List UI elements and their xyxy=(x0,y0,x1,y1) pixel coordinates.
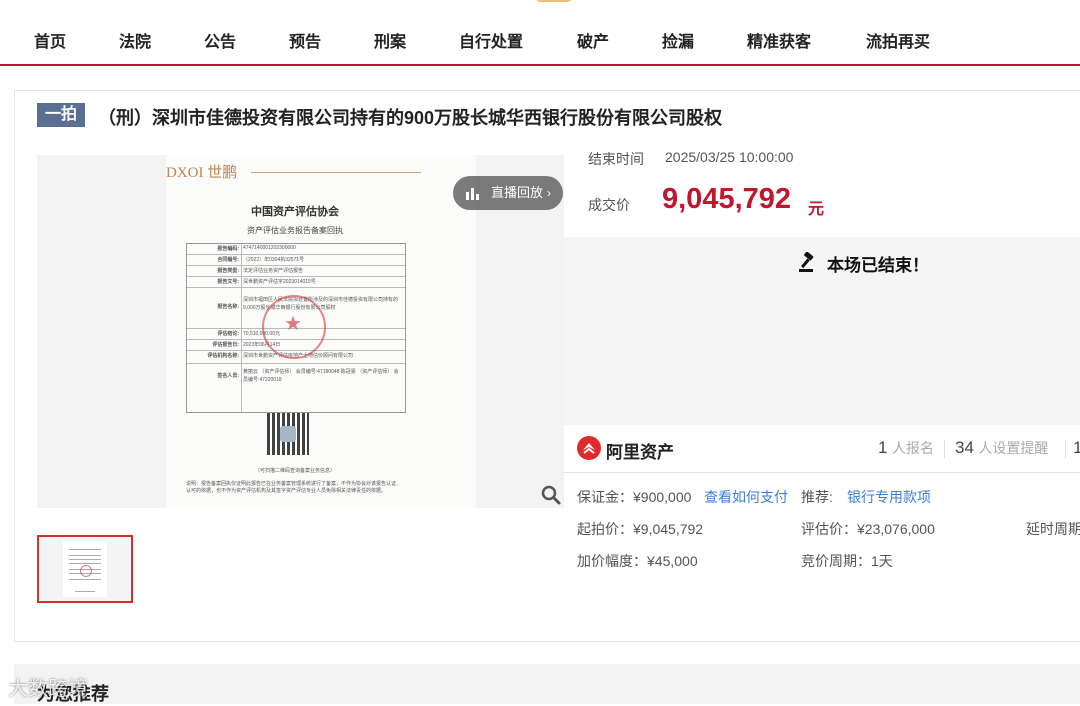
chevron-right-icon: › xyxy=(547,186,551,200)
deal-price-unit: 元 xyxy=(808,201,825,218)
thumbnail-document xyxy=(63,541,107,597)
gavel-icon xyxy=(799,252,814,272)
nav-item-bankruptcy[interactable]: 破产 xyxy=(577,28,609,52)
reminders-label: 人设置提醒 xyxy=(978,440,1049,456)
appraiser-logo: DΧOI 世鹏 xyxy=(166,165,238,181)
auction-round-badge: 一拍 xyxy=(37,103,85,127)
table-row: 报告类型: 法定评估业务资产评估报告 xyxy=(187,266,405,277)
top-nav: 首页 法院 公告 预告 刑案 自行处置 破产 捡漏 精准获客 流拍再买 xyxy=(0,0,1080,66)
details-divider xyxy=(564,472,1080,473)
nav-item-court[interactable]: 法院 xyxy=(119,28,151,52)
qr-code xyxy=(267,413,309,455)
nav-item-criminal[interactable]: 刑案 xyxy=(374,28,406,52)
ali-assets-logo xyxy=(577,436,601,460)
registrations-label: 人报名 xyxy=(891,440,934,456)
deal-price-label: 成交价 xyxy=(588,197,630,213)
auction-ended-panel xyxy=(564,237,1080,425)
registrations-stat: 1 人报名 xyxy=(878,438,934,458)
bidding-period-info: 竞价周期：1天 xyxy=(801,553,893,569)
live-replay-button[interactable]: 直播回放 › xyxy=(453,176,563,210)
nav-item-self-disposal[interactable]: 自行处置 xyxy=(459,28,523,52)
platform-name: 阿里资产 xyxy=(606,443,674,462)
table-row: 签名人员: 黄丽云 （资产评估师） 会员编号:47180048 陈冠豪 （资产评估… xyxy=(217,369,399,383)
logo-fragment xyxy=(535,0,573,2)
appraisal-document: DΧOI 世鹏 中国资产评估协会 资产评估业务报告备案回执 报告编码: 47471… xyxy=(166,155,476,508)
increment-info: 加价幅度：¥45,000 xyxy=(577,553,698,569)
nav-item-rebuy[interactable]: 流拍再买 xyxy=(866,28,930,52)
nav-item-notice[interactable]: 公告 xyxy=(204,28,236,52)
nav-item-lead-gen[interactable]: 精准获客 xyxy=(747,28,811,52)
logo-underline xyxy=(251,172,421,173)
end-time-label: 结束时间 xyxy=(588,151,644,167)
official-seal xyxy=(262,295,326,359)
bar-chart-icon xyxy=(466,188,479,200)
auction-ended-message: 本场已结束！ xyxy=(827,256,929,275)
views-count: 1 xyxy=(1073,438,1080,457)
reminders-stat: 34 人设置提醒 xyxy=(955,438,1048,458)
table-row: 报告编码: 4747140001202300000 xyxy=(187,244,405,255)
nav-item-preview[interactable]: 预告 xyxy=(289,28,321,52)
image-thumbnail[interactable] xyxy=(37,535,133,603)
registrations-count: 1 xyxy=(878,438,888,457)
document-heading: 中国资产评估协会 xyxy=(251,206,339,218)
deal-price-value: 9,045,792 xyxy=(662,183,792,215)
bank-loan-link[interactable]: 银行专用款项 xyxy=(847,487,931,507)
table-row: 报告文号: 深世鹏资产评估字2023014015号 xyxy=(187,277,405,288)
stat-divider xyxy=(1065,440,1066,458)
stat-divider xyxy=(944,440,945,458)
zoom-icon[interactable] xyxy=(540,484,562,506)
reminders-count: 34 xyxy=(955,438,974,457)
recommend-label: 推荐: xyxy=(801,489,833,505)
how-to-pay-link[interactable]: 查看如何支付 xyxy=(704,487,788,507)
appraisal-price-info: 评估价：¥23,076,000 xyxy=(801,521,935,537)
start-price-info: 起拍价：¥9,045,792 xyxy=(577,521,704,537)
deposit-info: 保证金：¥900,000 xyxy=(577,489,692,505)
thumbnail-seal xyxy=(80,565,92,577)
recommend-section xyxy=(14,664,1080,704)
views-stat: 1 xyxy=(1073,438,1080,458)
nav-item-bargain[interactable]: 捡漏 xyxy=(662,28,694,52)
table-row: 合同编号: （2022）年0304执32571号 xyxy=(187,255,405,266)
document-subheading: 资产评估业务报告备案回执 xyxy=(247,226,343,235)
listing-title: （刑）深圳市佳德投资有限公司持有的900万股长城华西银行股份有限公司股权 xyxy=(98,108,723,128)
watermark: 大数跨境 xyxy=(8,678,88,700)
qr-caption: （可扫描二维码查询备案业务信息） xyxy=(254,468,335,474)
nav-item-home[interactable]: 首页 xyxy=(34,28,66,52)
delay-period-info: 延时周期 xyxy=(1026,521,1080,537)
live-replay-label: 直播回放 xyxy=(491,185,544,200)
document-note: 说明：报告备案回执仅证明此报告已在业务备案管理系统进行了备案，不作为协会对该报告… xyxy=(186,481,402,494)
end-time-value: 2025/03/25 10:00:00 xyxy=(665,149,794,165)
